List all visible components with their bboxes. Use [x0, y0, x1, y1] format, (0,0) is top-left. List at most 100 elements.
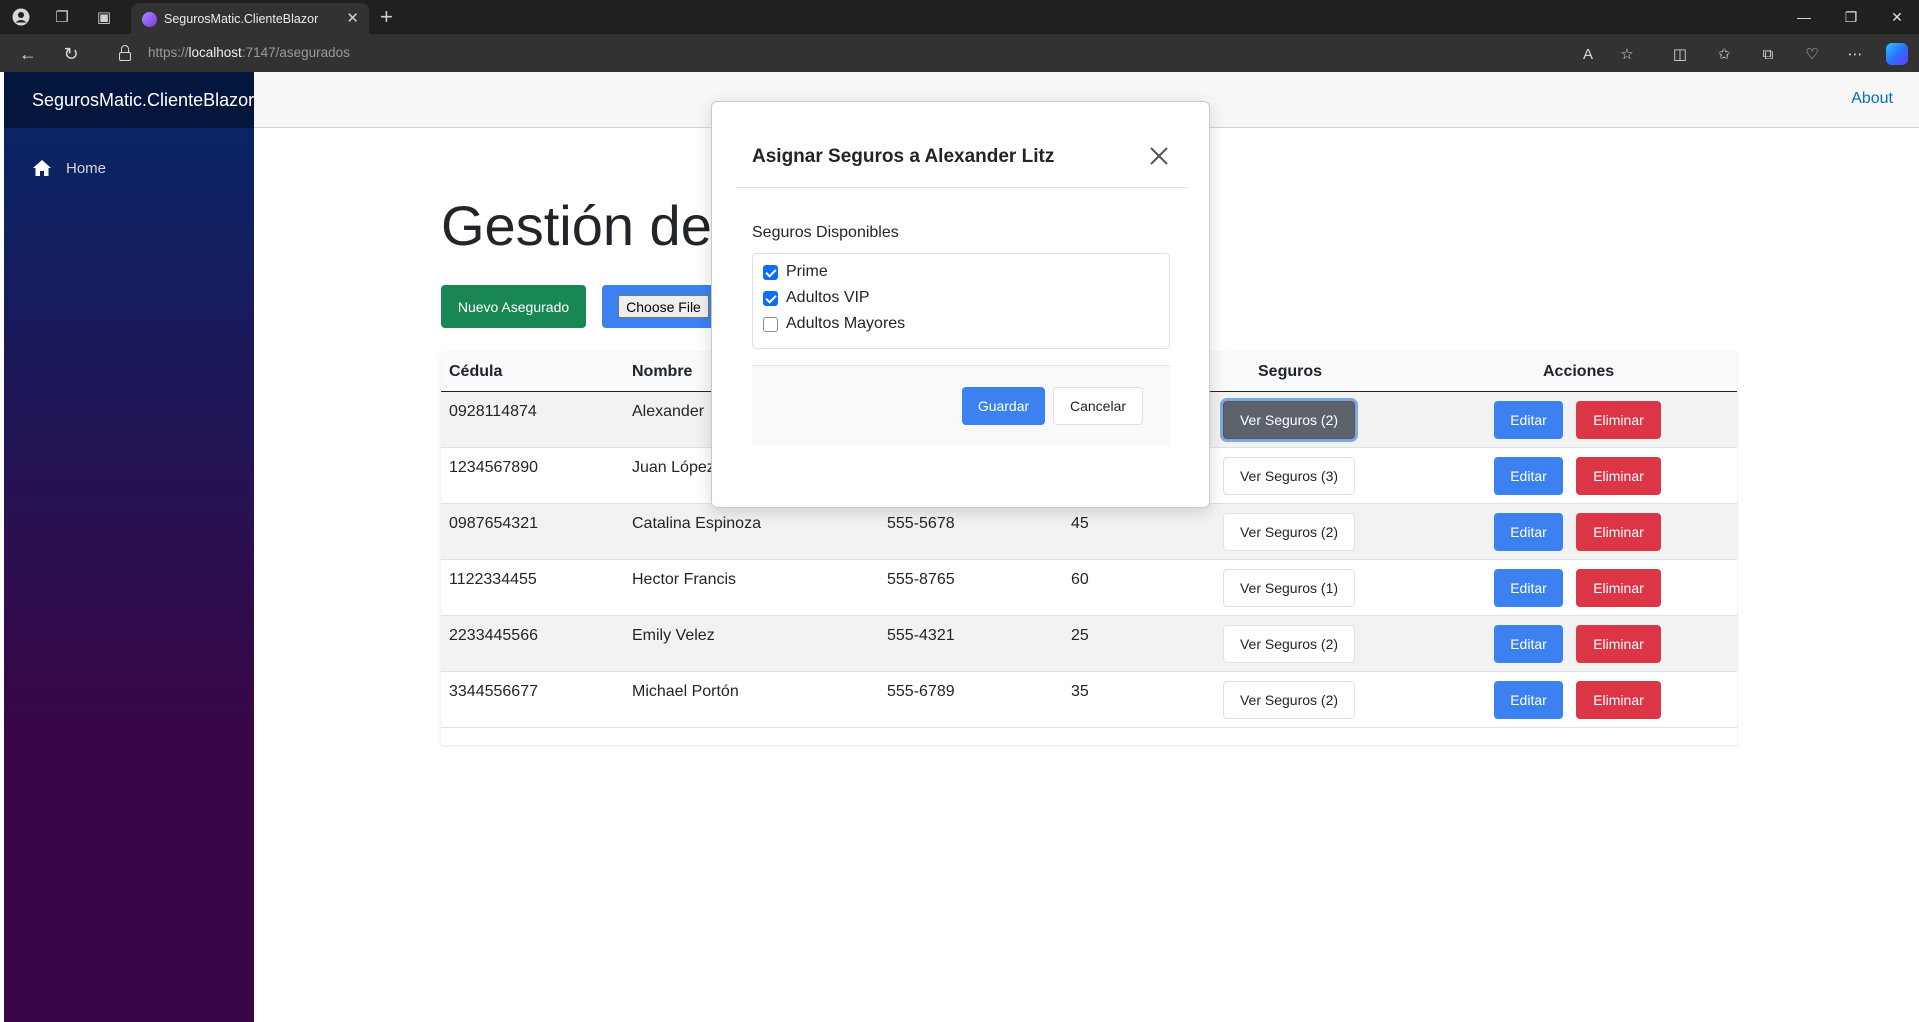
browser-essentials-icon[interactable]: ♡	[1800, 43, 1824, 65]
favorite-star-icon[interactable]: ☆	[1615, 43, 1639, 65]
cell-cedula: 3344556677	[449, 683, 538, 700]
browser-tab-active[interactable]: SegurosMatic.ClienteBlazor ✕	[131, 3, 369, 34]
checkbox-unchecked[interactable]	[763, 316, 778, 332]
cell-edad: 60	[1071, 571, 1089, 588]
cell-telefono: 555-8765	[887, 571, 955, 588]
tab-close-icon[interactable]: ✕	[346, 9, 359, 27]
minimize-icon[interactable]: —	[1789, 6, 1819, 28]
restore-icon[interactable]: ❐	[1836, 6, 1866, 28]
close-icon[interactable]	[1148, 145, 1170, 167]
cell-edad: 35	[1071, 683, 1089, 700]
profile-icon[interactable]	[9, 6, 33, 28]
sidebar-item-home[interactable]: Home	[32, 156, 106, 180]
view-insurances-button[interactable]: Ver Seguros (3)	[1223, 457, 1355, 495]
table-row: 2233445566 Emily Velez 555-4321 25 Ver S…	[441, 616, 1737, 672]
url-host: localhost	[188, 45, 242, 60]
lock-icon[interactable]	[118, 44, 132, 62]
workspaces-icon[interactable]: ❐	[50, 6, 74, 28]
back-icon[interactable]: ←	[16, 43, 40, 65]
cell-cedula: 2233445566	[449, 627, 538, 644]
table-row: 3344556677 Michael Portón 555-6789 35 Ve…	[441, 672, 1737, 728]
modal-divider	[736, 187, 1187, 188]
view-insurances-button[interactable]: Ver Seguros (2)	[1223, 513, 1355, 551]
view-insurances-button[interactable]: Ver Seguros (2)	[1223, 401, 1355, 439]
cell-nombre: Catalina Espinoza	[632, 515, 761, 532]
browser-tab-bar: ❐ ▣ SegurosMatic.ClienteBlazor ✕ + — ❐ ✕	[0, 0, 1919, 34]
blazor-favicon-icon	[142, 12, 157, 27]
cancel-button[interactable]: Cancelar	[1053, 387, 1143, 425]
sidebar-item-label: Home	[66, 159, 107, 177]
cell-nombre: Juan López	[632, 459, 715, 476]
home-icon	[32, 159, 52, 177]
cell-telefono: 555-6789	[887, 683, 955, 700]
edit-button[interactable]: Editar	[1494, 401, 1563, 439]
cell-cedula: 0987654321	[449, 515, 538, 532]
cell-telefono: 555-4321	[887, 627, 955, 644]
checkbox-checked[interactable]	[763, 290, 778, 306]
more-menu-icon[interactable]: ⋯	[1843, 43, 1867, 65]
insurance-option-label: Adultos VIP	[786, 289, 870, 306]
about-link[interactable]: About	[1851, 90, 1893, 108]
modal-title: Asignar Seguros a Alexander Litz	[752, 146, 1055, 167]
insurance-option-adultos-mayores[interactable]: Adultos Mayores	[763, 314, 905, 334]
delete-button[interactable]: Eliminar	[1576, 569, 1661, 607]
view-insurances-button[interactable]: Ver Seguros (1)	[1223, 569, 1355, 607]
url-scheme: https://	[148, 45, 189, 60]
delete-button[interactable]: Eliminar	[1576, 401, 1661, 439]
edit-button[interactable]: Editar	[1494, 513, 1563, 551]
header-nombre: Nombre	[632, 363, 693, 380]
reload-icon[interactable]: ↻	[59, 43, 83, 65]
cell-nombre: Alexander	[632, 403, 705, 420]
tab-actions-icon[interactable]: ▣	[92, 6, 116, 28]
cell-cedula: 1122334455	[449, 571, 537, 588]
delete-button[interactable]: Eliminar	[1576, 681, 1661, 719]
view-insurances-button[interactable]: Ver Seguros (2)	[1223, 625, 1355, 663]
cell-telefono: 555-5678	[887, 515, 955, 532]
cell-nombre: Emily Velez	[632, 627, 715, 644]
insurance-option-label: Adultos Mayores	[786, 315, 906, 332]
file-upload-wrapper: Choose File	[602, 285, 722, 328]
insurance-option-adultos-vip[interactable]: Adultos VIP	[763, 288, 870, 308]
window-close-icon[interactable]: ✕	[1882, 6, 1912, 28]
collections-icon[interactable]: ⧉	[1756, 43, 1780, 65]
available-insurances-label: Seguros Disponibles	[752, 224, 899, 241]
favorites-icon[interactable]: ✩	[1712, 43, 1736, 65]
header-acciones: Acciones	[1543, 363, 1615, 380]
insurance-option-label: Prime	[786, 263, 828, 280]
split-screen-icon[interactable]: ◫	[1668, 43, 1692, 65]
edit-button[interactable]: Editar	[1494, 625, 1563, 663]
assign-insurance-modal: Asignar Seguros a Alexander Litz Seguros…	[711, 101, 1210, 508]
delete-button[interactable]: Eliminar	[1576, 513, 1661, 551]
table-row: 0987654321 Catalina Espinoza 555-5678 45…	[441, 504, 1737, 560]
address-bar[interactable]: https://localhost:7147/asegurados	[148, 45, 350, 60]
new-insured-button[interactable]: Nuevo Asegurado	[441, 285, 586, 328]
choose-file-button[interactable]: Choose File	[618, 295, 709, 318]
insurance-option-prime[interactable]: Prime	[763, 262, 828, 282]
cell-edad: 45	[1071, 515, 1089, 532]
header-cedula: Cédula	[449, 363, 503, 380]
save-button[interactable]: Guardar	[962, 387, 1045, 425]
browser-toolbar: ← ↻ https://localhost:7147/asegurados A …	[0, 34, 1919, 72]
insurance-checklist: Prime Adultos VIP Adultos Mayores	[752, 253, 1170, 349]
new-tab-icon[interactable]: +	[380, 4, 393, 30]
cell-nombre: Michael Portón	[632, 683, 739, 700]
header-seguros: Seguros	[1258, 363, 1323, 380]
page-title: Gestión de	[441, 194, 712, 257]
read-aloud-icon[interactable]: A	[1576, 43, 1600, 65]
view-insurances-button[interactable]: Ver Seguros (2)	[1223, 681, 1355, 719]
delete-button[interactable]: Eliminar	[1576, 625, 1661, 663]
tab-title: SegurosMatic.ClienteBlazor	[164, 12, 319, 26]
delete-button[interactable]: Eliminar	[1576, 457, 1661, 495]
cell-cedula: 0928114874	[449, 403, 537, 420]
brand-link[interactable]: SegurosMatic.ClienteBlazor	[32, 90, 254, 111]
table-row: 1122334455 Hector Francis 555-8765 60 Ve…	[441, 560, 1737, 616]
cell-cedula: 1234567890	[449, 459, 538, 476]
url-path: :7147/asegurados	[241, 45, 350, 60]
checkbox-checked[interactable]	[763, 264, 778, 280]
brand-bar: SegurosMatic.ClienteBlazor	[4, 72, 254, 128]
edit-button[interactable]: Editar	[1494, 681, 1563, 719]
copilot-icon[interactable]	[1886, 43, 1908, 65]
edit-button[interactable]: Editar	[1494, 569, 1563, 607]
edit-button[interactable]: Editar	[1494, 457, 1563, 495]
cell-edad: 25	[1071, 627, 1089, 644]
